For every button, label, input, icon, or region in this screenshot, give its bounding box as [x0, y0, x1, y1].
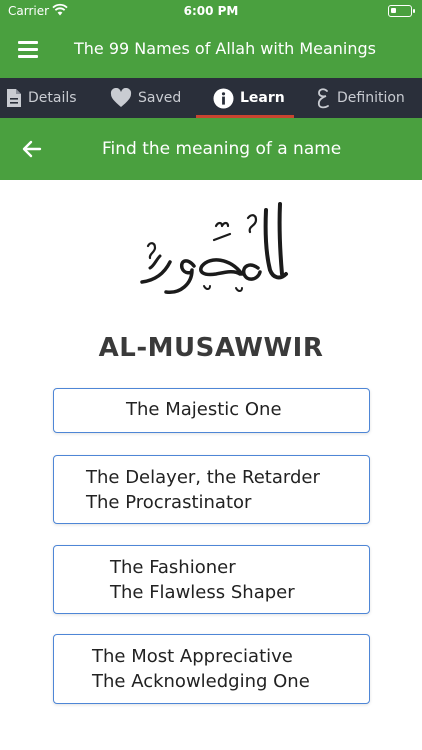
tab-label: Learn [240, 90, 285, 106]
tab-learn[interactable]: Learn [213, 78, 285, 118]
arabic-calligraphy-image [140, 202, 288, 294]
name-transliteration: AL-MUSAWWIR [98, 333, 324, 363]
option-line: The Delayer, the Retarder [86, 467, 320, 488]
answer-option-2[interactable]: The Delayer, the Retarder The Procrastin… [53, 455, 370, 524]
menu-icon[interactable] [18, 41, 40, 59]
option-line: The Fashioner [110, 557, 236, 578]
battery-icon [388, 5, 415, 17]
tab-bar: Details Saved Learn Definition [0, 78, 422, 118]
arabic-letter-icon [317, 88, 329, 109]
clock: 6:00 PM [183, 4, 239, 18]
tab-definition[interactable]: Definition [315, 78, 405, 118]
answer-option-1[interactable]: The Majestic One [53, 388, 370, 433]
answer-option-4[interactable]: The Most Appreciative The Acknowledging … [53, 634, 370, 704]
app-title: The 99 Names of Allah with Meanings [74, 39, 376, 58]
option-line: The Majestic One [126, 399, 282, 420]
tab-label: Details [28, 90, 77, 106]
document-icon [7, 89, 21, 107]
answer-option-3[interactable]: The Fashioner The Flawless Shaper [53, 545, 370, 614]
tab-saved[interactable]: Saved [110, 78, 181, 118]
info-icon [213, 88, 234, 108]
tab-label: Saved [138, 90, 182, 106]
status-bar: Carrier 6:00 PM [0, 0, 422, 22]
option-line: The Acknowledging One [92, 671, 310, 692]
back-arrow-icon[interactable] [20, 137, 44, 161]
app-bar: The 99 Names of Allah with Meanings [0, 22, 422, 78]
option-line: The Flawless Shaper [110, 582, 295, 603]
option-line: The Most Appreciative [92, 646, 293, 667]
tab-label: Definition [337, 90, 405, 106]
subheader-title: Find the meaning of a name [102, 139, 342, 159]
heart-icon [110, 88, 132, 107]
subheader: Find the meaning of a name [0, 118, 422, 180]
option-line: The Procrastinator [86, 492, 252, 513]
tab-details[interactable]: Details [6, 78, 77, 118]
